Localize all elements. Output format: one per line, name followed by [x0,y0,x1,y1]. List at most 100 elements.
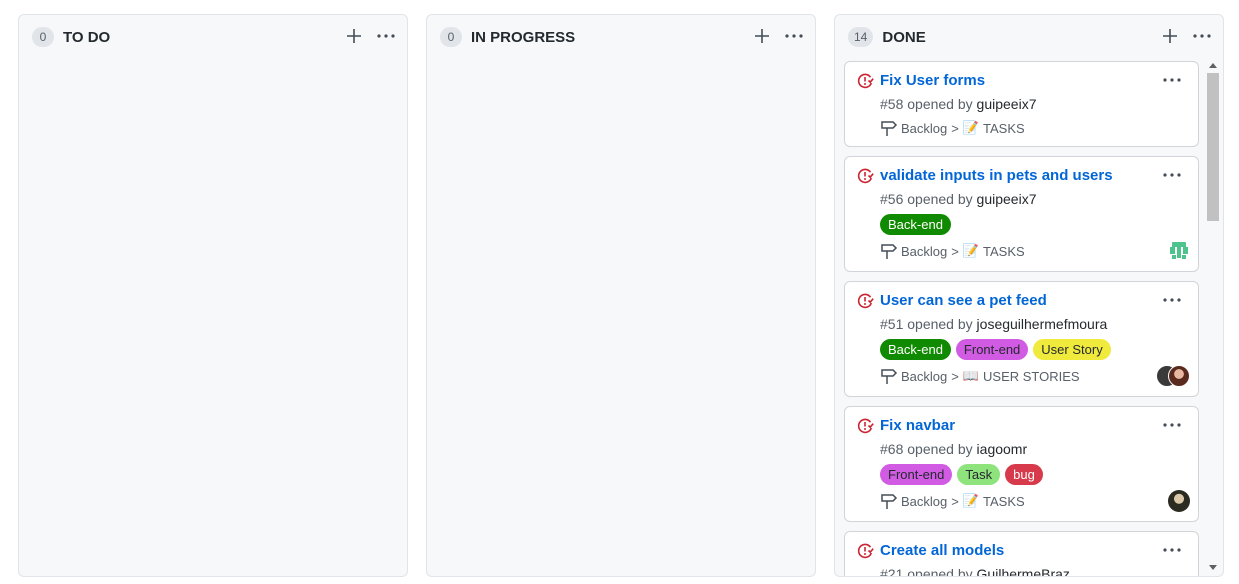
card-milestone[interactable]: Backlog > 📝 TASKS [880,118,1025,138]
issue-author-link[interactable]: guipeeix7 [977,191,1037,207]
issue-title-link[interactable]: Create all models [880,542,1004,559]
milestone-leaf: TASKS [983,243,1025,259]
issue-meta: #68 opened by iagoomr [880,441,1027,457]
add-card-button[interactable] [345,27,363,45]
label-list: Front-end Task bug [880,464,1043,485]
label-back-end[interactable]: Back-end [880,214,951,235]
opened-by-text: opened by [907,96,973,112]
label-list: Back-end Front-end User Story [880,339,1111,360]
issue-card[interactable]: validate inputs in pets and users #56 op… [844,156,1199,272]
milestone-icon [881,494,898,509]
milestone-leaf: TASKS [983,493,1025,509]
scroll-down-arrow-icon[interactable] [1209,565,1217,570]
issue-meta: #51 opened by joseguilhermefmoura [880,316,1107,332]
issue-card[interactable]: Create all models #21 opened by Guilherm… [844,531,1199,577]
plus-icon [347,29,361,43]
project-board: 0 TO DO 0 IN PROGRESS 14 DONE Fix User f… [0,0,1239,584]
card-milestone[interactable]: Backlog > 📖 USER STORIES [880,366,1080,386]
issue-card[interactable]: Fix User forms #58 opened by guipeeix7 B… [844,61,1199,147]
assignee-avatar[interactable] [1168,240,1190,262]
milestone-root: Backlog [901,243,948,259]
issue-number: #68 [880,441,904,457]
milestone-icon [881,121,898,136]
opened-by-text: opened by [907,316,973,332]
issue-author-link[interactable]: joseguilhermefmoura [977,316,1108,332]
column-title: TO DO [63,28,111,46]
issue-number: #56 [880,191,904,207]
label-front-end[interactable]: Front-end [880,464,953,485]
scroll-up-arrow-icon[interactable] [1209,63,1217,68]
opened-by-text: opened by [907,191,973,207]
issue-author-link[interactable]: GuilhermeBraz [977,566,1070,576]
assignee-avatar[interactable] [1168,365,1190,387]
scrollbar-thumb[interactable] [1207,73,1219,221]
memo-icon: 📝 [962,243,980,258]
milestone-root: Backlog [901,493,948,509]
closed-issue-icon [857,73,874,89]
closed-issue-icon [857,418,874,434]
label-back-end[interactable]: Back-end [880,339,951,360]
issue-meta: #21 opened by GuilhermeBraz [880,566,1070,577]
milestone-icon [881,369,898,384]
path-separator: > [951,120,959,136]
card-menu-icon[interactable] [1162,293,1182,307]
memo-icon: 📝 [962,120,980,135]
book-icon: 📖 [962,368,980,383]
path-separator: > [951,493,959,509]
memo-icon: 📝 [962,493,980,508]
card-menu-icon[interactable] [1162,168,1182,182]
add-card-button[interactable] [1161,27,1179,45]
label-list: Back-end [880,214,951,235]
column-done: 14 DONE Fix User forms #58 opened by gui… [834,14,1224,577]
kebab-horizontal-icon [785,34,803,38]
issue-number: #21 [880,566,904,577]
column-menu-button[interactable] [784,27,804,45]
kebab-horizontal-icon [1193,34,1211,38]
issue-title-link[interactable]: User can see a pet feed [880,292,1047,309]
issue-meta: #58 opened by guipeeix7 [880,96,1036,112]
path-separator: > [951,243,959,259]
issue-number: #51 [880,316,904,332]
opened-by-text: opened by [907,441,973,457]
card-milestone[interactable]: Backlog > 📝 TASKS [880,241,1025,261]
closed-issue-icon [857,293,874,309]
plus-icon [1163,29,1177,43]
path-separator: > [951,368,959,384]
milestone-icon [881,244,898,259]
card-menu-icon[interactable] [1162,418,1182,432]
label-task[interactable]: Task [957,464,1001,485]
milestone-root: Backlog [901,120,948,136]
column-count: 0 [32,27,54,47]
issue-card[interactable]: User can see a pet feed #51 opened by jo… [844,281,1199,397]
card-menu-icon[interactable] [1162,543,1182,557]
label-user-story[interactable]: User Story [1033,339,1111,360]
label-bug[interactable]: bug [1005,464,1043,485]
assignee-avatar[interactable] [1168,490,1190,512]
column-count: 0 [440,27,462,47]
label-front-end[interactable]: Front-end [955,339,1029,360]
add-card-button[interactable] [753,27,771,45]
issue-author-link[interactable]: iagoomr [977,441,1028,457]
issue-number: #58 [880,96,904,112]
issue-title-link[interactable]: Fix User forms [880,72,985,89]
issue-title-link[interactable]: validate inputs in pets and users [880,167,1113,184]
milestone-leaf: TASKS [983,120,1025,136]
column-title: DONE [882,28,926,46]
card-milestone[interactable]: Backlog > 📝 TASKS [880,491,1025,511]
issue-card[interactable]: Fix navbar #68 opened by iagoomr Front-e… [844,406,1199,522]
issue-title-link[interactable]: Fix navbar [880,417,955,434]
issue-meta: #56 opened by guipeeix7 [880,191,1036,207]
column-menu-button[interactable] [1192,27,1212,45]
column-todo: 0 TO DO [18,14,408,577]
column-title: IN PROGRESS [471,28,576,46]
column-menu-button[interactable] [376,27,396,45]
issue-author-link[interactable]: guipeeix7 [977,96,1037,112]
column-count: 14 [848,27,874,47]
milestone-root: Backlog [901,368,948,384]
plus-icon [755,29,769,43]
milestone-leaf: USER STORIES [983,368,1080,384]
card-menu-icon[interactable] [1162,73,1182,87]
column-in-progress: 0 IN PROGRESS [426,14,816,577]
closed-issue-icon [857,168,874,184]
kebab-horizontal-icon [377,34,395,38]
